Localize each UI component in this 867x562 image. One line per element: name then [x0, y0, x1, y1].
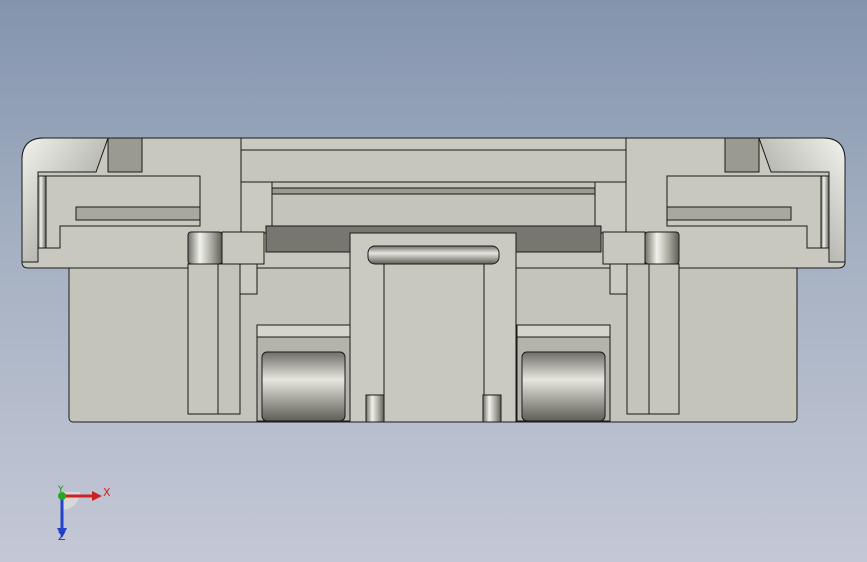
- center-top-step: [240, 149, 627, 183]
- right-step: [609, 263, 628, 295]
- right-roller-face: [521, 351, 606, 422]
- x-axis-label: X: [103, 486, 111, 499]
- left-arm-edge: [37, 175, 47, 249]
- center-slot: [383, 261, 485, 423]
- y-axis-label: Y: [58, 485, 64, 495]
- right-roller-top: [516, 324, 611, 338]
- x-axis-arrow: [92, 491, 102, 501]
- left-top-recess: [107, 137, 143, 173]
- left-slot-bottom: [365, 394, 385, 423]
- z-axis-label: Z: [58, 530, 66, 543]
- right-pin: [644, 231, 680, 265]
- left-column-2: [217, 263, 241, 415]
- left-step: [239, 263, 258, 295]
- left-roller-top: [256, 324, 351, 338]
- right-column: [648, 263, 680, 415]
- right-pin-cap: [602, 231, 646, 265]
- right-arm-edge: [820, 175, 830, 249]
- part-model-front-view[interactable]: [0, 0, 867, 562]
- left-pin-cap: [221, 231, 265, 265]
- center-rod: [367, 245, 500, 265]
- cad-viewport[interactable]: X Y Z: [0, 0, 867, 562]
- right-clamp-inner: [666, 206, 792, 221]
- left-clamp-inner: [75, 206, 201, 221]
- center-groove: [271, 187, 596, 195]
- left-column: [187, 263, 219, 415]
- right-top-recess: [724, 137, 760, 173]
- right-column-2: [626, 263, 650, 415]
- left-roller-face: [261, 351, 346, 422]
- right-slot-bottom: [482, 394, 502, 423]
- left-pin: [187, 231, 223, 265]
